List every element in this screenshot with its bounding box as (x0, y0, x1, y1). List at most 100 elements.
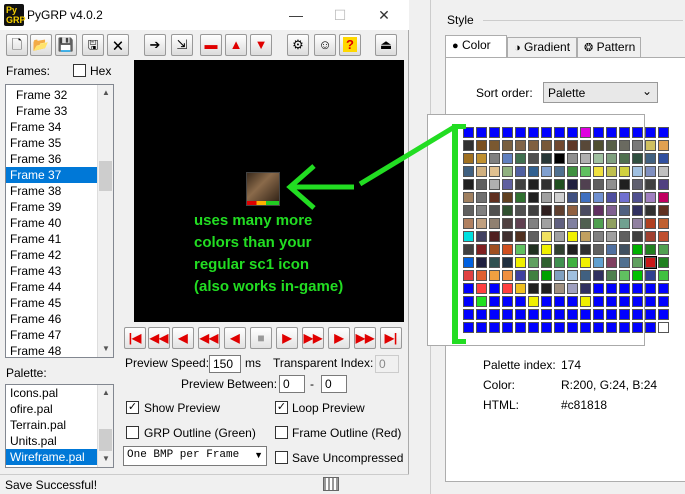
palette-swatch[interactable] (502, 322, 513, 333)
palette-swatch[interactable] (489, 257, 500, 268)
palette-swatch[interactable] (645, 309, 656, 320)
palette-swatch[interactable] (554, 127, 565, 138)
palette-swatch[interactable] (645, 218, 656, 229)
palette-list[interactable]: Icons.pal ofire.pal Terrain.pal Units.pal Wi… (5, 384, 114, 468)
between-from-input[interactable]: 0 (279, 375, 305, 393)
palette-swatch[interactable] (619, 322, 630, 333)
palette-swatch[interactable] (489, 127, 500, 138)
palette-swatch[interactable] (541, 309, 552, 320)
palette-swatch[interactable] (515, 166, 526, 177)
palette-swatch[interactable] (554, 153, 565, 164)
palette-swatch[interactable] (580, 309, 591, 320)
palette-swatch[interactable] (476, 296, 487, 307)
palette-swatch[interactable] (606, 270, 617, 281)
palette-swatch[interactable] (645, 322, 656, 333)
palette-swatch[interactable] (554, 244, 565, 255)
palette-swatch[interactable] (515, 140, 526, 151)
palette-swatch[interactable] (580, 257, 591, 268)
palette-swatch[interactable] (645, 153, 656, 164)
palette-swatch[interactable] (476, 270, 487, 281)
palette-swatch[interactable] (489, 218, 500, 229)
palette-swatch[interactable] (489, 309, 500, 320)
palette-swatch[interactable] (489, 166, 500, 177)
palette-swatch[interactable] (645, 127, 656, 138)
palette-swatch[interactable] (580, 322, 591, 333)
palette-swatch[interactable] (580, 244, 591, 255)
palette-swatch[interactable] (632, 322, 643, 333)
palette-swatch[interactable] (593, 257, 604, 268)
maximize-icon[interactable]: ☐ (330, 5, 350, 25)
palette-swatch[interactable] (502, 231, 513, 242)
palette-swatch[interactable] (528, 218, 539, 229)
palette-swatch[interactable] (515, 205, 526, 216)
palette-swatch[interactable] (580, 283, 591, 294)
palette-swatch[interactable] (541, 283, 552, 294)
palette-swatch[interactable] (489, 192, 500, 203)
palette-swatch[interactable] (489, 140, 500, 151)
show-preview-checkbox[interactable]: ✓ (126, 401, 139, 414)
palette-swatch[interactable] (619, 257, 630, 268)
frames-list[interactable]: Frame 32 Frame 33 Frame 34 Frame 35 Frame 36… (5, 84, 114, 358)
palette-swatch[interactable] (593, 140, 604, 151)
new-file-button[interactable]: 🗋 (6, 34, 28, 56)
palette-swatch[interactable] (580, 166, 591, 177)
palette-swatch[interactable] (463, 283, 474, 294)
palette-swatch[interactable] (593, 127, 604, 138)
loop-preview-checkbox[interactable]: ✓ (275, 401, 288, 414)
palette-swatch[interactable] (632, 244, 643, 255)
palette-swatch[interactable] (645, 270, 656, 281)
palette-swatch[interactable] (645, 283, 656, 294)
palette-swatch[interactable] (619, 296, 630, 307)
palette-swatch[interactable] (606, 153, 617, 164)
palette-swatch[interactable] (593, 153, 604, 164)
palette-swatch[interactable] (619, 127, 630, 138)
about-button[interactable]: ☺ (314, 34, 336, 56)
palette-swatch[interactable] (489, 322, 500, 333)
tab-pattern[interactable]: ❂ Pattern (577, 37, 641, 57)
palette-swatch[interactable] (567, 140, 578, 151)
palette-swatch[interactable] (658, 218, 669, 229)
palette-swatch[interactable] (632, 231, 643, 242)
palette-swatch[interactable] (632, 140, 643, 151)
import-frame-button[interactable]: ⇲ (171, 34, 193, 56)
palette-swatch[interactable] (554, 283, 565, 294)
palette-swatch[interactable] (567, 309, 578, 320)
palette-swatch[interactable] (554, 322, 565, 333)
palette-swatch[interactable] (658, 192, 669, 203)
palette-swatch[interactable] (606, 296, 617, 307)
palette-swatch[interactable] (658, 283, 669, 294)
palette-swatch[interactable] (606, 127, 617, 138)
move-up-button[interactable]: ▲ (225, 34, 247, 56)
palette-swatch[interactable] (606, 166, 617, 177)
palette-swatch[interactable] (593, 322, 604, 333)
palette-swatch[interactable] (541, 166, 552, 177)
rewind-fast-button[interactable]: ◀◀ (148, 327, 170, 349)
palette-swatch[interactable] (606, 218, 617, 229)
palette-swatch[interactable] (619, 218, 630, 229)
palette-swatch[interactable] (580, 192, 591, 203)
palette-swatch[interactable] (489, 270, 500, 281)
palette-swatch[interactable] (645, 179, 656, 190)
palette-swatch[interactable] (463, 153, 474, 164)
minimize-icon[interactable]: — (286, 5, 306, 25)
remove-frame-button[interactable]: ▬ (200, 34, 222, 56)
palette-swatch[interactable] (593, 309, 604, 320)
palette-swatch[interactable] (580, 179, 591, 190)
grp-outline-checkbox[interactable] (126, 426, 139, 439)
palette-swatch[interactable] (606, 257, 617, 268)
scroll-up-icon[interactable]: ▲ (98, 85, 113, 101)
palette-swatch[interactable] (580, 140, 591, 151)
palette-swatch[interactable] (528, 127, 539, 138)
palette-swatch[interactable] (580, 205, 591, 216)
palette-swatch[interactable] (515, 179, 526, 190)
palette-swatch[interactable] (580, 296, 591, 307)
palette-swatch[interactable] (515, 270, 526, 281)
palette-swatch[interactable] (502, 244, 513, 255)
move-down-button[interactable]: ▼ (250, 34, 272, 56)
palette-swatch[interactable] (644, 256, 657, 269)
palette-swatch[interactable] (632, 153, 643, 164)
palette-swatch[interactable] (528, 192, 539, 203)
palette-swatch[interactable] (489, 231, 500, 242)
palette-swatch[interactable] (463, 244, 474, 255)
palette-swatch[interactable] (541, 270, 552, 281)
